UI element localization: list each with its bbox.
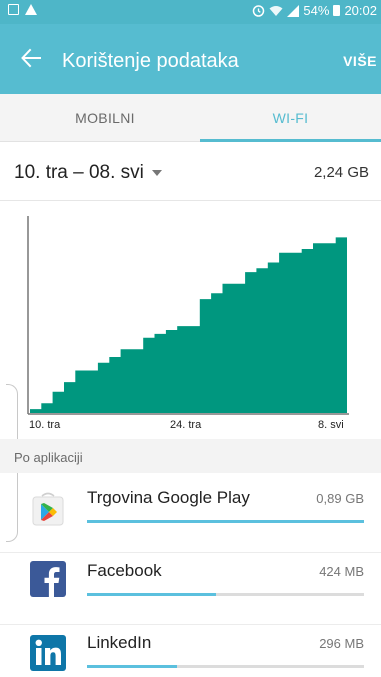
wifi-icon <box>269 5 283 16</box>
app-row-facebook[interactable]: Facebook 424 MB <box>0 553 381 625</box>
usage-bar-fill <box>87 665 178 668</box>
x-tick-label-start: 10. tra <box>29 419 61 431</box>
app-bar: Korištenje podataka VIŠE <box>0 24 381 94</box>
app-name: Trgovina Google Play <box>87 488 250 507</box>
arrow-left-icon[interactable] <box>20 47 42 69</box>
usage-bar <box>87 520 364 523</box>
facebook-icon <box>30 561 66 597</box>
period-range: 10. tra – 08. svi <box>14 162 144 183</box>
x-tick-label-end: 8. svi <box>318 419 344 431</box>
status-system-icons: 54% 20:02 <box>252 3 377 18</box>
tab-wifi[interactable]: WI-FI <box>200 94 381 142</box>
status-bar: 54% 20:02 <box>0 0 381 24</box>
linkedin-icon <box>30 635 66 671</box>
usage-bar <box>87 593 364 596</box>
app-usage: 424 MB <box>319 564 364 579</box>
warning-notification-icon <box>25 4 37 15</box>
app-row-google-play[interactable]: Trgovina Google Play 0,89 GB <box>0 473 381 545</box>
gallery-notification-icon <box>8 4 19 15</box>
usage-bar-fill <box>87 593 216 596</box>
app-usage: 296 MB <box>319 636 364 651</box>
google-play-icon <box>32 492 64 526</box>
usage-chart <box>27 216 349 415</box>
app-name: LinkedIn <box>87 633 152 652</box>
period-dropdown[interactable]: 10. tra – 08. svi <box>14 162 162 184</box>
section-header: Po aplikaciji <box>0 439 381 473</box>
battery-icon <box>333 5 341 16</box>
usage-area-series <box>30 237 347 413</box>
app-usage: 0,89 GB <box>316 491 364 506</box>
more-button[interactable]: VIŠE <box>343 53 377 69</box>
status-notification-icons <box>8 4 37 15</box>
usage-bar-fill <box>87 520 364 523</box>
section-label: Po aplikaciji <box>14 450 83 465</box>
period-row: 10. tra – 08. svi 2,24 GB <box>0 143 381 201</box>
tab-bar: MOBILNI WI-FI <box>0 94 381 142</box>
app-name: Facebook <box>87 561 162 580</box>
tab-selected-indicator <box>200 139 381 142</box>
total-usage: 2,24 GB <box>313 164 369 181</box>
app-row-linkedin[interactable]: LinkedIn 296 MB <box>0 625 381 677</box>
signal-icon <box>287 4 300 17</box>
x-tick-label-mid: 24. tra <box>170 419 202 431</box>
chevron-down-icon <box>151 170 162 176</box>
alarm-icon <box>253 5 265 17</box>
usage-bar <box>87 665 364 668</box>
page-title: Korištenje podataka <box>62 50 239 72</box>
battery-percent: 54% <box>303 3 330 18</box>
tab-mobile[interactable]: MOBILNI <box>10 94 200 142</box>
clock: 20:02 <box>344 3 377 18</box>
